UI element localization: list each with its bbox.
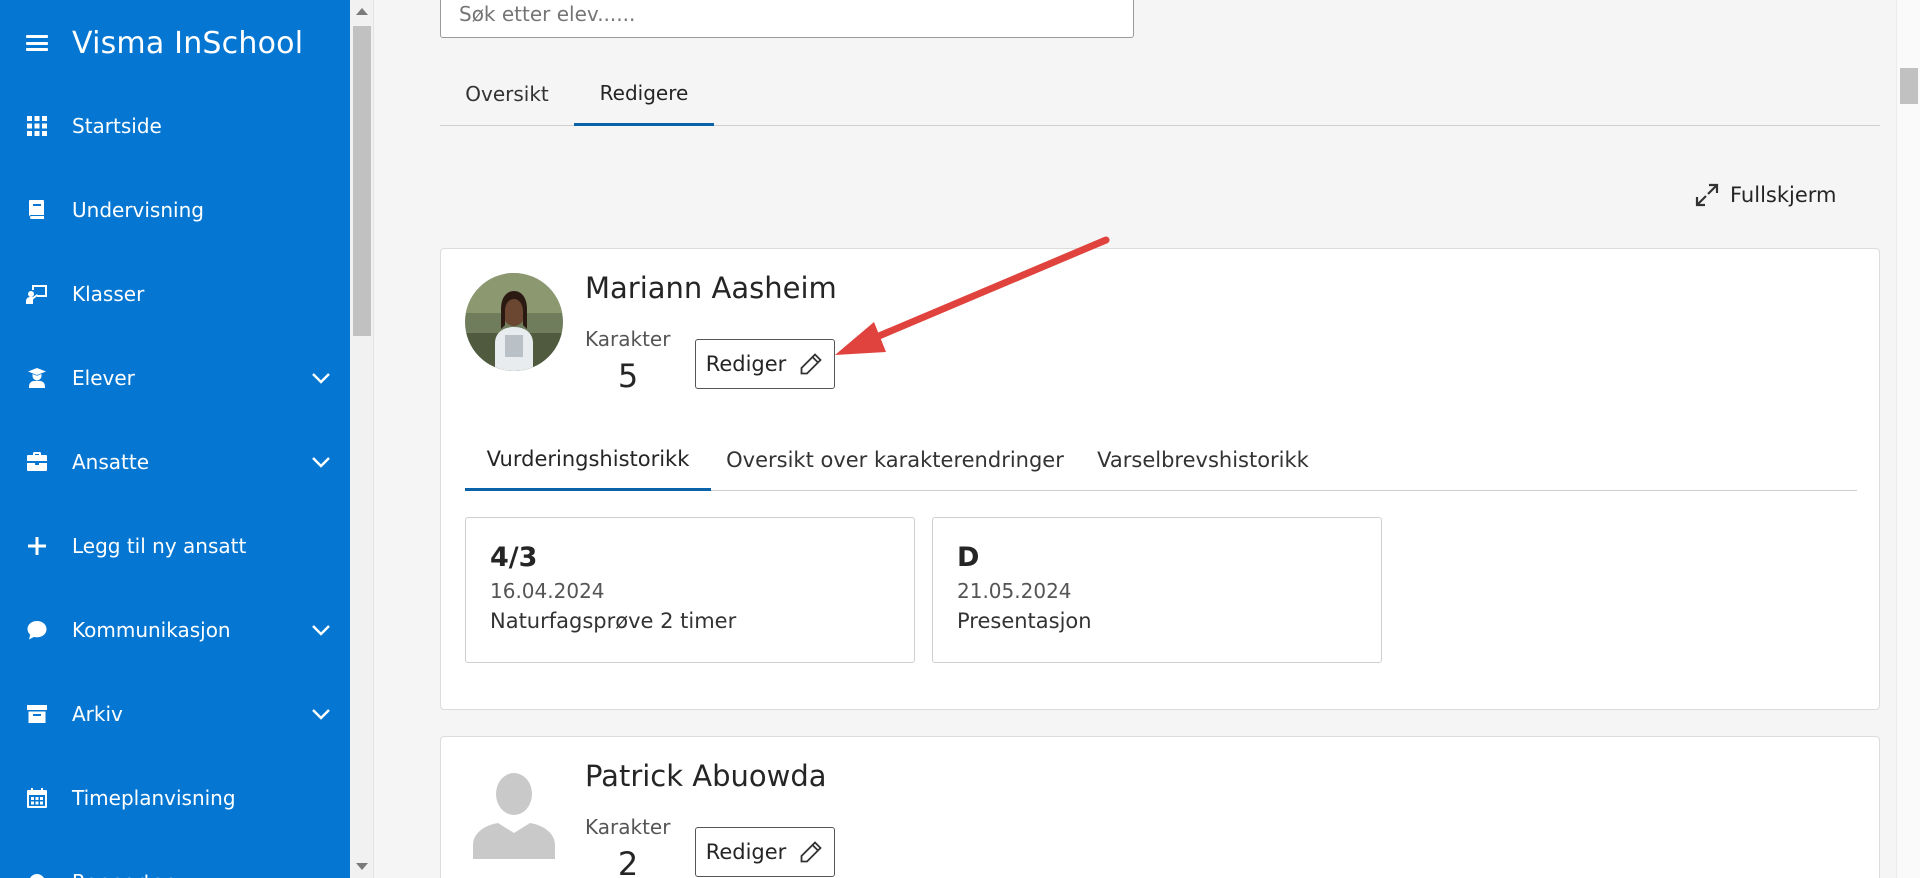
edit-button-label: Rediger bbox=[705, 840, 787, 864]
grid-icon bbox=[26, 115, 48, 137]
student-photo-avatar bbox=[465, 273, 563, 371]
brand-header: Visma InSchool bbox=[0, 0, 350, 86]
student-name: Patrick Abuowda bbox=[585, 759, 827, 793]
calendar-icon bbox=[26, 787, 48, 809]
default-avatar-icon bbox=[465, 761, 563, 859]
sidebar-item-arkiv[interactable]: Arkiv bbox=[0, 684, 350, 744]
student-card: Patrick Abuowda Karakter 2 Rediger bbox=[440, 736, 1880, 878]
class-board-icon bbox=[26, 283, 48, 305]
expand-icon bbox=[1695, 183, 1719, 207]
fullscreen-label: Fullskjerm bbox=[1730, 183, 1837, 207]
book-icon bbox=[26, 199, 48, 221]
sidebar-item-klasser[interactable]: Klasser bbox=[0, 264, 350, 324]
scrollbar-thumb[interactable] bbox=[1900, 68, 1918, 104]
fullscreen-button[interactable]: Fullskjerm bbox=[1694, 182, 1837, 208]
subtab-varselbrevshistorikk[interactable]: Varselbrevshistorikk bbox=[1079, 429, 1327, 491]
edit-button-label: Rediger bbox=[705, 352, 787, 376]
main-content: Oversikt Redigere Fullskjerm Mariann Aas… bbox=[374, 0, 1896, 878]
sidebar-item-label: Elever bbox=[72, 366, 135, 390]
sidebar-item-label: Startside bbox=[72, 114, 162, 138]
plus-icon bbox=[26, 535, 48, 557]
chat-icon bbox=[26, 619, 48, 641]
edit-grade-button[interactable]: Rediger bbox=[695, 827, 835, 877]
sidebar-item-label: Legg til ny ansatt bbox=[72, 534, 247, 558]
assessment-grade: D bbox=[957, 542, 980, 573]
sidebar-item-label: Kommunikasjon bbox=[72, 618, 231, 642]
tab-oversikt[interactable]: Oversikt bbox=[440, 62, 574, 126]
assessment-description: Naturfagsprøve 2 timer bbox=[490, 609, 737, 633]
sidebar-item-rapporter[interactable]: Rapporter bbox=[0, 852, 350, 878]
assessment-description: Presentasjon bbox=[957, 609, 1092, 633]
sidebar-item-startside[interactable]: Startside bbox=[0, 96, 350, 156]
sidebar-scrollbar[interactable] bbox=[350, 0, 374, 878]
assessment-grade: 4/3 bbox=[490, 542, 538, 573]
chevron-down-icon[interactable] bbox=[310, 451, 332, 473]
student-icon bbox=[26, 367, 48, 389]
grade-label: Karakter bbox=[585, 327, 671, 351]
chevron-down-icon[interactable] bbox=[310, 619, 332, 641]
page-scrollbar[interactable] bbox=[1896, 0, 1920, 878]
student-name: Mariann Aasheim bbox=[585, 271, 837, 305]
top-tabs: Oversikt Redigere bbox=[440, 62, 1880, 126]
grade-label: Karakter bbox=[585, 815, 671, 839]
briefcase-icon bbox=[26, 451, 48, 473]
scroll-down-arrow-icon[interactable] bbox=[356, 863, 368, 870]
sidebar-item-ansatte[interactable]: Ansatte bbox=[0, 432, 350, 492]
subtab-vurderingshistorikk[interactable]: Vurderingshistorikk bbox=[465, 429, 711, 491]
grade-value: 5 bbox=[617, 357, 639, 395]
pencil-icon bbox=[800, 353, 823, 375]
assessment-date: 16.04.2024 bbox=[490, 579, 605, 603]
student-subtabs: Vurderingshistorikk Oversikt over karakt… bbox=[465, 429, 1857, 491]
sidebar-item-legg-til-ny-ansatt[interactable]: Legg til ny ansatt bbox=[0, 516, 350, 576]
sidebar-item-timeplanvisning[interactable]: Timeplanvisning bbox=[0, 768, 350, 828]
assessment-card[interactable]: D 21.05.2024 Presentasjon bbox=[932, 517, 1382, 663]
sidebar-item-kommunikasjon[interactable]: Kommunikasjon bbox=[0, 600, 350, 660]
scroll-up-arrow-icon[interactable] bbox=[356, 8, 368, 15]
pencil-icon bbox=[800, 841, 823, 863]
hamburger-menu-icon[interactable] bbox=[26, 35, 48, 51]
sidebar-item-undervisning[interactable]: Undervisning bbox=[0, 180, 350, 240]
sidebar-item-label: Klasser bbox=[72, 282, 145, 306]
sidebar: Visma InSchool Startside Undervisning Kl… bbox=[0, 0, 350, 878]
student-search-input[interactable] bbox=[440, 0, 1134, 38]
scrollbar-thumb[interactable] bbox=[353, 26, 371, 336]
grade-value: 2 bbox=[617, 845, 639, 878]
edit-grade-button[interactable]: Rediger bbox=[695, 339, 835, 389]
sidebar-item-label: Timeplanvisning bbox=[72, 786, 236, 810]
chevron-down-icon[interactable] bbox=[310, 367, 332, 389]
tab-redigere[interactable]: Redigere bbox=[574, 62, 714, 126]
gear-icon bbox=[26, 871, 48, 878]
assessment-date: 21.05.2024 bbox=[957, 579, 1072, 603]
chevron-down-icon[interactable] bbox=[310, 703, 332, 725]
sidebar-item-label: Arkiv bbox=[72, 702, 123, 726]
archive-icon bbox=[26, 703, 48, 725]
assessment-card[interactable]: 4/3 16.04.2024 Naturfagsprøve 2 timer bbox=[465, 517, 915, 663]
sidebar-item-label: Undervisning bbox=[72, 198, 204, 222]
student-card: Mariann Aasheim Karakter 5 Rediger Vurde… bbox=[440, 248, 1880, 710]
sidebar-item-elever[interactable]: Elever bbox=[0, 348, 350, 408]
app-title: Visma InSchool bbox=[72, 25, 304, 61]
sidebar-item-label: Rapporter bbox=[72, 870, 172, 878]
subtab-karakterendringer[interactable]: Oversikt over karakterendringer bbox=[711, 429, 1079, 491]
sidebar-item-label: Ansatte bbox=[72, 450, 150, 474]
